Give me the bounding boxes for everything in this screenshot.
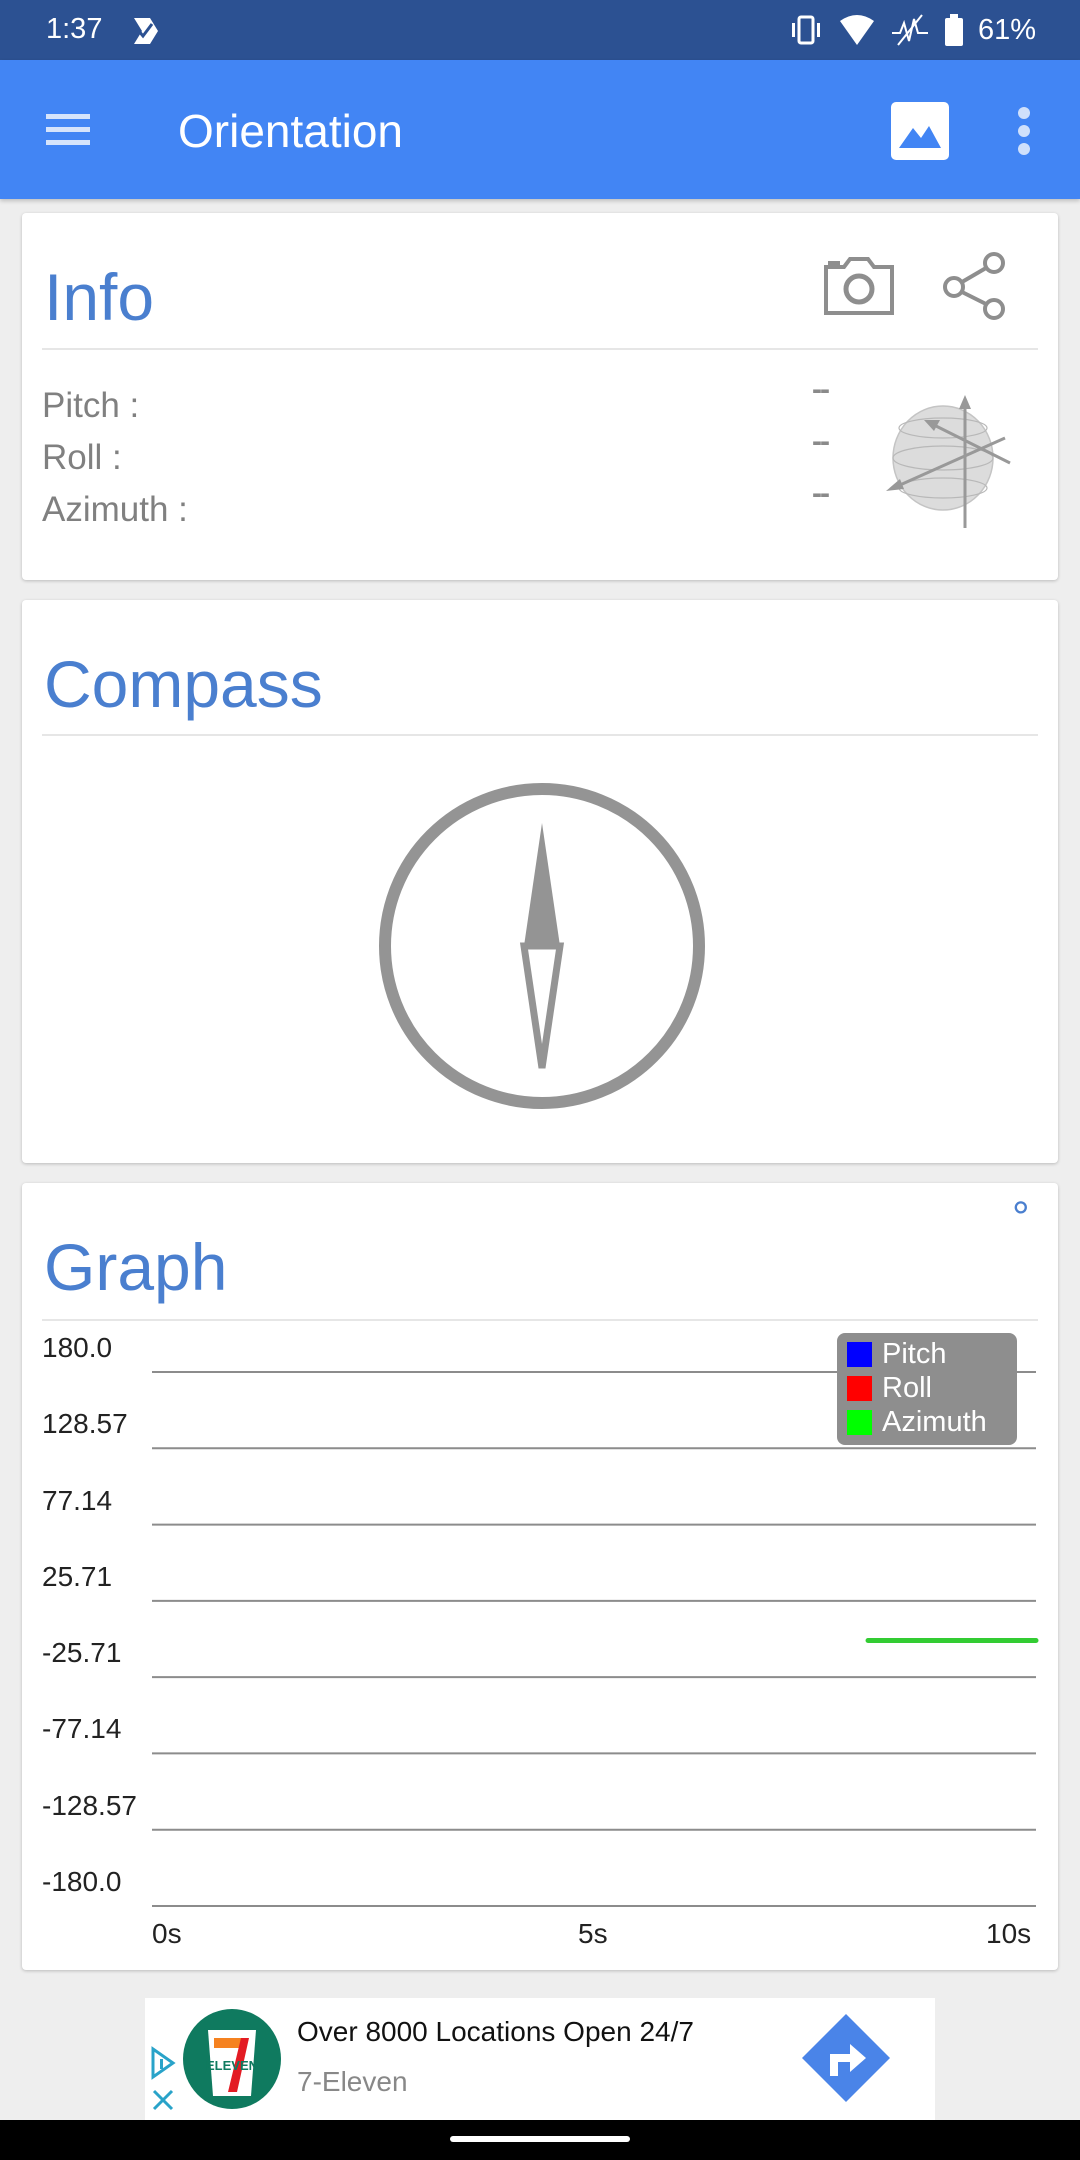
y-tick-label: 77.14 <box>42 1484 113 1516</box>
y-tick-label: 180.0 <box>42 1332 113 1363</box>
orientation-chart <box>152 1371 1039 1907</box>
legend-label-roll: Roll <box>882 1371 932 1404</box>
image-icon[interactable] <box>889 100 951 162</box>
y-tick-label: -180.0 <box>42 1866 122 1897</box>
y-tick-label: 128.57 <box>42 1408 128 1440</box>
notification-check-icon <box>134 18 158 44</box>
legend-swatch-azimuth <box>847 1409 872 1435</box>
status-icons: 61% <box>788 12 1036 48</box>
compass-title: Compass <box>44 647 323 721</box>
close-icon[interactable] <box>151 2088 175 2112</box>
x-tick-label: 0s <box>152 1918 182 1949</box>
y-tick-label: -77.14 <box>42 1713 122 1745</box>
legend-swatch-roll <box>847 1375 872 1401</box>
orientation-sphere-icon <box>886 395 1011 528</box>
navigation-bar <box>0 2120 1080 2160</box>
info-divider <box>42 348 1038 350</box>
info-title: Info <box>44 260 155 334</box>
battery-icon <box>944 14 963 46</box>
info-card: Info Pitch : Roll : Azimuth : -- -- -- <box>22 213 1058 580</box>
legend-swatch-pitch <box>847 1341 872 1367</box>
legend-label-pitch: Pitch <box>882 1337 947 1370</box>
ad-banner[interactable]: ELEVEN Over 8000 Locations Open 24/7 7-E… <box>145 1998 935 2120</box>
roll-value: -- <box>812 425 830 458</box>
y-tick-label: 25.71 <box>42 1560 113 1592</box>
x-tick-label: 10s <box>986 1918 1032 1949</box>
home-gesture-handle[interactable] <box>450 2136 630 2142</box>
7-eleven-logo: ELEVEN <box>183 2009 281 2109</box>
status-bar: 1:37 61% <box>0 0 1080 60</box>
pitch-label: Pitch : <box>42 386 140 425</box>
vibrate-icon <box>791 15 820 45</box>
no-signal-icon <box>891 14 928 46</box>
app-title: Orientation <box>178 105 404 157</box>
battery-percent: 61% <box>977 13 1036 46</box>
azimuth-label: Azimuth : <box>42 490 188 529</box>
legend-label-azimuth: Azimuth <box>882 1405 987 1438</box>
legend-item-roll: Roll <box>847 1371 932 1405</box>
more-vert-icon[interactable] <box>1008 104 1040 158</box>
wifi-icon <box>839 15 874 45</box>
adchoices-icon[interactable] <box>149 2046 177 2080</box>
share-icon[interactable] <box>940 251 1010 321</box>
azimuth-value: -- <box>812 477 830 510</box>
svg-text:ELEVEN: ELEVEN <box>206 2058 258 2073</box>
compass-card: Compass <box>22 600 1058 1163</box>
directions-icon[interactable] <box>800 2012 892 2104</box>
x-tick-label: 5s <box>578 1918 608 1949</box>
compass-divider <box>42 734 1038 736</box>
compass-icon <box>379 783 705 1109</box>
legend-item-pitch: Pitch <box>847 1337 946 1371</box>
roll-label: Roll : <box>42 438 122 477</box>
camera-icon[interactable] <box>822 253 896 319</box>
ad-advertiser: 7-Eleven <box>297 2066 408 2097</box>
graph-card: Graph ° 180.0 128.57 77.14 25.71 -25.71 -77.1… <box>22 1183 1058 1970</box>
status-time: 1:37 <box>46 13 103 45</box>
ad-headline: Over 8000 Locations Open 24/7 <box>297 2016 694 2047</box>
pitch-value: -- <box>812 373 830 406</box>
chart-legend: Pitch Roll Azimuth <box>837 1333 1017 1445</box>
legend-item-azimuth: Azimuth <box>847 1405 987 1439</box>
app-bar: Orientation <box>0 60 1080 199</box>
y-tick-label: -128.57 <box>42 1789 137 1821</box>
menu-icon[interactable] <box>44 110 94 150</box>
y-tick-label: -25.71 <box>42 1637 122 1669</box>
